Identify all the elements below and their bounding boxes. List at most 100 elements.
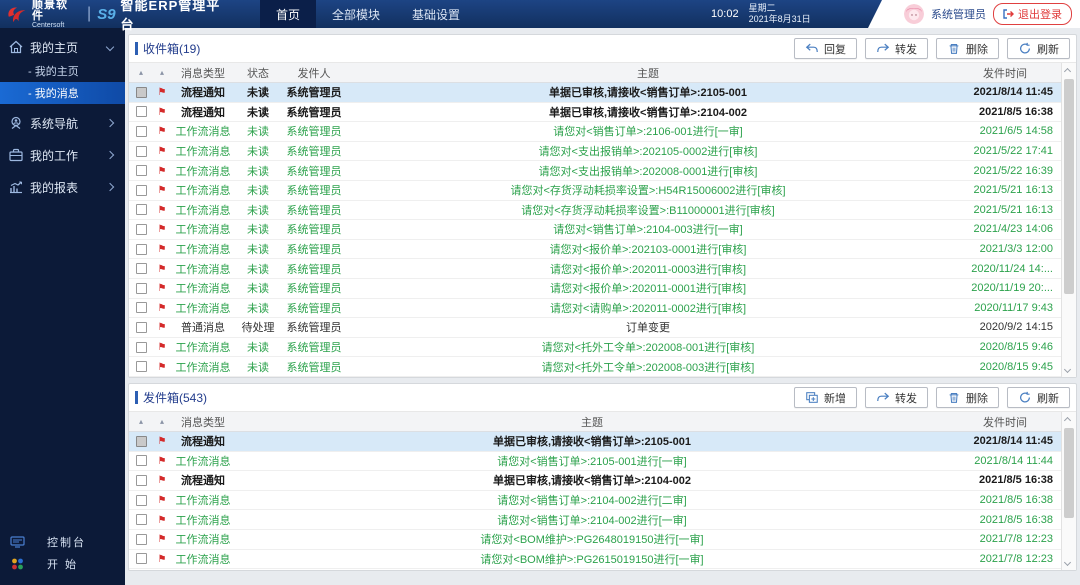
outbox-scrollbar[interactable] [1061, 412, 1076, 570]
cell-type: 流程通知 [171, 433, 235, 449]
row-checkbox[interactable] [136, 87, 147, 98]
add-button[interactable]: 新增 [794, 387, 857, 408]
checkbox-cell [129, 165, 153, 176]
row-checkbox[interactable] [136, 495, 147, 506]
outbox-row[interactable]: ⚑流程通知单据已审核,请接收<销售订单>:2104-0022021/8/5 16… [129, 471, 1061, 491]
cell-type: 普通消息 [171, 319, 235, 335]
row-checkbox[interactable] [136, 165, 147, 176]
column-header-subject[interactable]: 主题 [347, 65, 949, 81]
inbox-row[interactable]: ⚑工作流消息未读系统管理员请您对<销售订单>:2104-003进行[一审]202… [129, 220, 1061, 240]
column-header-time[interactable]: 发件时间 [949, 414, 1061, 430]
sort-marker-icon[interactable]: ▴ [129, 417, 153, 426]
cell-time: 2021/3/3 12:00 [949, 243, 1061, 255]
start-label: 开 始 [47, 556, 78, 572]
forward-button[interactable]: 转发 [865, 38, 928, 59]
row-checkbox[interactable] [136, 263, 147, 274]
inbox-row[interactable]: ⚑工作流消息未读系统管理员请您对<支出报销单>:202008-0001进行[审核… [129, 161, 1061, 181]
row-checkbox[interactable] [136, 302, 147, 313]
inbox-row[interactable]: ⚑流程通知未读系统管理员单据已审核,请接收<销售订单>:2105-0012021… [129, 83, 1061, 103]
column-header-status[interactable]: 状态 [235, 65, 281, 81]
row-checkbox[interactable] [136, 534, 147, 545]
scrollbar-thumb[interactable] [1064, 79, 1074, 294]
scroll-up-arrow[interactable] [1062, 413, 1076, 427]
checkbox-cell [129, 514, 153, 525]
cell-type: 工作流消息 [171, 182, 235, 198]
cell-type: 工作流消息 [171, 531, 235, 547]
scrollbar-thumb[interactable] [1064, 428, 1074, 518]
outbox-row[interactable]: ⚑流程通知单据已审核,请接收<销售订单>:2105-0012021/8/14 1… [129, 432, 1061, 452]
row-checkbox[interactable] [136, 146, 147, 157]
row-checkbox[interactable] [136, 436, 147, 447]
inbox-row[interactable]: ⚑工作流消息未读系统管理员请您对<存货浮动耗损率设置>:H54R15006002… [129, 181, 1061, 201]
outbox-row[interactable]: ⚑工作流消息请您对<BOM维护>:PG2648019150进行[一审]2021/… [129, 530, 1061, 550]
inbox-row[interactable]: ⚑工作流消息未读系统管理员请您对<请购单>:202011-0002进行[审核]2… [129, 299, 1061, 319]
row-checkbox[interactable] [136, 244, 147, 255]
sort-marker-icon[interactable]: ▴ [129, 68, 153, 77]
inbox-row[interactable]: ⚑工作流消息未读系统管理员请您对<支出报销单>:202105-0002进行[审核… [129, 142, 1061, 162]
scroll-up-arrow[interactable] [1062, 64, 1076, 78]
row-checkbox[interactable] [136, 361, 147, 372]
sidebar-item-my-reports[interactable]: 我的报表 [0, 174, 125, 200]
outbox-row[interactable]: ⚑工作流消息请您对<BOM维护>:PG2615019150进行[一审]2021/… [129, 550, 1061, 570]
flag-cell: ⚑ [153, 282, 171, 294]
inbox-row[interactable]: ⚑普通消息待处理系统管理员订单变更2020/9/2 14:15 [129, 318, 1061, 338]
forward-button[interactable]: 转发 [865, 387, 928, 408]
row-checkbox[interactable] [136, 553, 147, 564]
inbox-row[interactable]: ⚑工作流消息未读系统管理员请您对<报价单>:202103-0001进行[审核]2… [129, 240, 1061, 260]
inbox-row[interactable]: ⚑流程通知未读系统管理员单据已审核,请接收<销售订单>:2104-0022021… [129, 103, 1061, 123]
outbox-row[interactable]: ⚑工作流消息请您对<销售订单>:2104-002进行[二审]2021/8/5 1… [129, 491, 1061, 511]
sidebar-item-my-home[interactable]: 我的主页 [0, 34, 125, 60]
nav-tab-all-modules[interactable]: 全部模块 [316, 0, 396, 28]
cell-subject: 订单变更 [347, 319, 949, 335]
user-avatar[interactable] [904, 4, 924, 24]
sidebar-subitem-my-home[interactable]: - 我的主页 [0, 60, 125, 82]
outbox-title: 发件箱(543) [135, 389, 207, 406]
nav-tab-home[interactable]: 首页 [260, 0, 316, 28]
reply-button[interactable]: 回复 [794, 38, 857, 59]
inbox-row[interactable]: ⚑工作流消息未读系统管理员请您对<报价单>:202011-0001进行[审核]2… [129, 279, 1061, 299]
row-checkbox[interactable] [136, 224, 147, 235]
cell-time: 2021/8/14 11:45 [949, 86, 1061, 98]
delete-button[interactable]: 删除 [936, 38, 999, 59]
refresh-button[interactable]: 刷新 [1007, 38, 1070, 59]
row-checkbox[interactable] [136, 475, 147, 486]
column-header-type[interactable]: 消息类型 [171, 414, 235, 430]
row-checkbox[interactable] [136, 204, 147, 215]
cell-status: 未读 [235, 339, 281, 355]
inbox-row[interactable]: ⚑工作流消息未读系统管理员请您对<托外工令单>:202008-001进行[审核]… [129, 338, 1061, 358]
inbox-scrollbar[interactable] [1061, 63, 1076, 377]
delete-button[interactable]: 删除 [936, 387, 999, 408]
inbox-row[interactable]: ⚑工作流消息未读系统管理员请您对<报价单>:202011-0003进行[审核]2… [129, 259, 1061, 279]
sidebar-subitem-my-messages[interactable]: - 我的消息 [0, 82, 125, 104]
outbox-row[interactable]: ⚑工作流消息请您对<销售订单>:2105-001进行[一审]2021/8/14 … [129, 452, 1061, 472]
sort-marker-icon[interactable]: ▴ [153, 417, 171, 426]
inbox-row[interactable]: ⚑工作流消息未读系统管理员请您对<托外工令单>:202008-003进行[审核]… [129, 357, 1061, 377]
cell-sender: 系统管理员 [281, 84, 347, 100]
outbox-row[interactable]: ⚑工作流消息请您对<销售订单>:2104-002进行[一审]2021/8/5 1… [129, 510, 1061, 530]
column-header-subject[interactable]: 主题 [235, 414, 949, 430]
scroll-down-arrow[interactable] [1062, 362, 1076, 376]
column-header-time[interactable]: 发件时间 [949, 65, 1061, 81]
row-checkbox[interactable] [136, 514, 147, 525]
report-icon [8, 179, 24, 195]
console-button[interactable]: 控制台 [0, 531, 125, 553]
row-checkbox[interactable] [136, 126, 147, 137]
refresh-button[interactable]: 刷新 [1007, 387, 1070, 408]
row-checkbox[interactable] [136, 185, 147, 196]
sidebar-item-my-work[interactable]: 我的工作 [0, 142, 125, 168]
column-header-type[interactable]: 消息类型 [171, 65, 235, 81]
column-header-sender[interactable]: 发件人 [281, 65, 347, 81]
inbox-row[interactable]: ⚑工作流消息未读系统管理员请您对<存货浮动耗损率设置>:B11000001进行[… [129, 201, 1061, 221]
sort-marker-icon[interactable]: ▴ [153, 68, 171, 77]
logout-button[interactable]: 退出登录 [993, 3, 1072, 25]
row-checkbox[interactable] [136, 283, 147, 294]
row-checkbox[interactable] [136, 322, 147, 333]
row-checkbox[interactable] [136, 106, 147, 117]
sidebar-item-system-nav[interactable]: 系统导航 [0, 110, 125, 136]
inbox-row[interactable]: ⚑工作流消息未读系统管理员请您对<销售订单>:2106-001进行[一审]202… [129, 122, 1061, 142]
scroll-down-arrow[interactable] [1062, 555, 1076, 569]
nav-tab-basic-settings[interactable]: 基础设置 [396, 0, 476, 28]
row-checkbox[interactable] [136, 342, 147, 353]
start-button[interactable]: 开 始 [0, 553, 125, 575]
row-checkbox[interactable] [136, 455, 147, 466]
